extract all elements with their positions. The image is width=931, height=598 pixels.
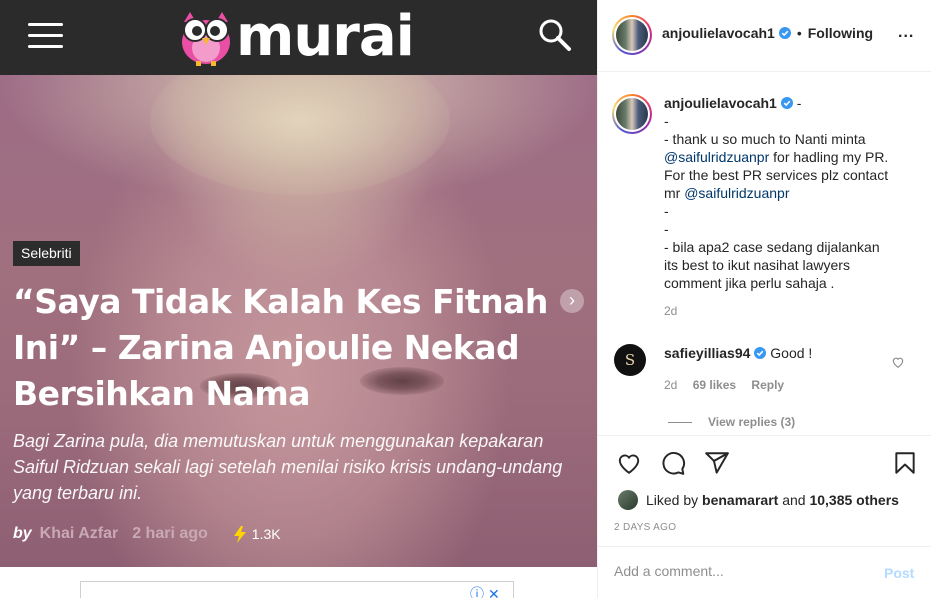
murai-topbar: murai (0, 0, 597, 75)
caption-text-line: - (796, 95, 802, 111)
chevron-right-icon[interactable]: › (560, 289, 584, 313)
post-time: 2 hari ago (132, 525, 208, 542)
caption: anjoulielavocah1 - - - thank u so much t… (664, 94, 914, 320)
murai-page: murai Selebriti “Saya Tidak Kalah Kes Fi… (0, 0, 597, 598)
info-icon[interactable]: ⓘ (470, 586, 488, 598)
mention-link[interactable]: @saifulridzuanpr (684, 185, 789, 201)
post-actions: Liked by benamarart and 10,385 others 2 … (598, 436, 931, 546)
reply-button[interactable]: Reply (751, 378, 784, 392)
caption-text-line: mr (664, 185, 685, 201)
liked-by-and: and (782, 492, 806, 508)
post-time-ago[interactable]: 2 DAYS AGO (614, 522, 676, 533)
logo-text: murai (236, 4, 415, 69)
comment-age[interactable]: 2d (664, 378, 677, 392)
caption-text-line: - (664, 221, 669, 237)
liker-username[interactable]: benamarart (702, 492, 778, 508)
article-summary: Bagi Zarina pula, dia memutuskan untuk m… (13, 431, 563, 503)
more-options-icon[interactable]: ... (898, 24, 914, 42)
liker-avatar[interactable] (618, 490, 638, 510)
caption-text-line: comment jika perlu sahaja . (664, 275, 835, 291)
comment: safieyillias94 Good ! (664, 345, 812, 361)
caption-avatar[interactable] (612, 94, 652, 134)
liked-by-prefix: Liked by (646, 492, 699, 508)
post-header: anjoulielavocah1 • Following ... (598, 0, 931, 72)
header-username[interactable]: anjoulielavocah1 (662, 25, 775, 41)
owl-logo-icon (182, 12, 230, 66)
hero-image[interactable]: Selebriti “Saya Tidak Kalah Kes Fitnah I… (0, 75, 597, 567)
caption-text-line: its best to ikut nasihat lawyers (664, 257, 850, 273)
commenter-avatar[interactable]: S (614, 344, 646, 376)
caption-text-line: - thank u so much to Nanti minta (664, 131, 866, 147)
caption-text-line: for hadling my PR. (769, 149, 889, 165)
comment-input[interactable] (614, 563, 864, 579)
verified-icon (754, 347, 767, 359)
caption-text-line: - (664, 203, 669, 219)
bookmark-icon[interactable] (892, 450, 918, 476)
verified-icon (778, 27, 791, 39)
liked-by: Liked by benamarart and 10,385 others (618, 490, 899, 510)
caption-username[interactable]: anjoulielavocah1 (664, 95, 777, 111)
article-byline: by Khai Azfar 2 hari ago 1.3K (13, 523, 281, 545)
verified-icon (780, 97, 793, 109)
share-icon[interactable] (704, 450, 730, 476)
caption-text-line: - (664, 113, 669, 129)
mention-link[interactable]: @saifulridzuanpr (664, 149, 769, 165)
by-label: by (13, 525, 32, 542)
close-icon[interactable]: ✕ (488, 586, 504, 598)
avatar[interactable] (612, 15, 652, 55)
likes-count[interactable]: 10,385 others (809, 492, 899, 508)
view-replies-button[interactable]: View replies (3) (668, 415, 795, 429)
commenter-username[interactable]: safieyillias94 (664, 345, 750, 361)
following-button[interactable]: Following (808, 25, 873, 41)
post-button[interactable]: Post (884, 565, 914, 581)
comment-icon[interactable] (660, 450, 686, 476)
comment-text: Good ! (770, 345, 813, 361)
caption-age[interactable]: 2d (664, 302, 914, 320)
bolt-icon (233, 525, 246, 543)
murai-logo[interactable]: murai (178, 6, 418, 68)
caption-text-line: For the best PR services plz contact (664, 167, 889, 183)
view-replies-label: View replies (3) (708, 415, 796, 429)
ad-frame[interactable] (80, 581, 514, 598)
view-count: 1.3K (251, 526, 281, 542)
comment-likes[interactable]: 69 likes (693, 378, 736, 392)
search-icon[interactable] (538, 18, 572, 52)
add-comment-bar: Post (598, 546, 931, 598)
separator-dot: • (796, 25, 802, 41)
comment-meta: 2d 69 likes Reply (664, 378, 784, 392)
instagram-panel: anjoulielavocah1 • Following ... anjouli… (597, 0, 931, 598)
menu-icon[interactable] (28, 23, 63, 49)
caption-text-line: - bila apa2 case sedang dijalankan (664, 239, 880, 255)
category-tag[interactable]: Selebriti (13, 241, 80, 266)
article-headline[interactable]: “Saya Tidak Kalah Kes Fitnah Ini” – Zari… (13, 279, 588, 417)
like-heart-icon[interactable] (616, 450, 642, 476)
comments-list[interactable]: anjoulielavocah1 - - - thank u so much t… (598, 72, 931, 436)
screen: murai Selebriti “Saya Tidak Kalah Kes Fi… (0, 0, 931, 598)
author-link[interactable]: Khai Azfar (40, 525, 119, 543)
heart-icon[interactable] (891, 355, 905, 369)
